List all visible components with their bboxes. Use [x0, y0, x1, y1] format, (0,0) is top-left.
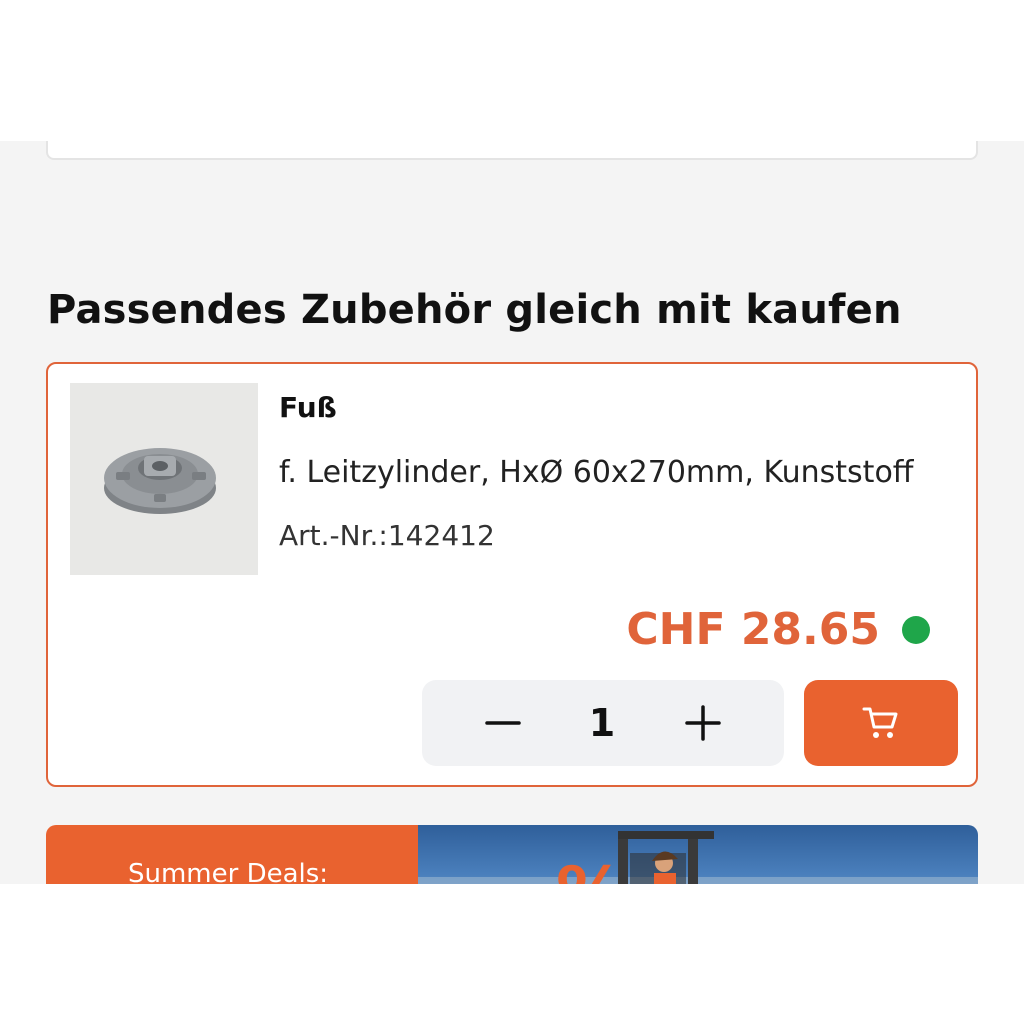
product-description: f. Leitzylinder, HxØ 60x270mm, Kunststof… — [279, 455, 914, 490]
increase-quantity-button[interactable] — [658, 680, 748, 766]
shopping-cart-icon — [862, 707, 898, 738]
add-to-cart-button[interactable] — [804, 680, 958, 766]
svg-text:%: % — [556, 852, 626, 884]
stock-status-dot — [902, 615, 930, 644]
product-image[interactable] — [70, 383, 258, 575]
plastic-foot-image — [104, 448, 216, 514]
banner-image: % — [418, 825, 978, 884]
accessory-product-card[interactable]: Fuß f. Leitzylinder, HxØ 60x270mm, Kunst… — [46, 362, 978, 787]
quantity-value[interactable]: 1 — [552, 680, 652, 766]
page-viewport: Passendes Zubehör gleich mit kaufen Fuß … — [0, 141, 1024, 884]
previous-card-bottom — [46, 141, 978, 160]
product-name[interactable]: Fuß — [279, 391, 337, 424]
banner-text-panel: Summer Deals: — [46, 825, 418, 884]
forklift-promo-image: % — [418, 831, 978, 884]
banner-label: Summer Deals: — [128, 859, 329, 884]
summer-deals-banner[interactable]: Summer Deals: % — [46, 825, 978, 884]
quantity-stepper: 1 — [422, 680, 784, 766]
article-number: Art.-Nr.:142412 — [279, 519, 495, 552]
plus-icon — [685, 705, 721, 741]
decrease-quantity-button[interactable] — [458, 680, 548, 766]
product-price: CHF 28.65 — [626, 604, 880, 655]
price-row: CHF 28.65 — [626, 604, 930, 655]
minus-icon — [485, 721, 521, 725]
section-title: Passendes Zubehör gleich mit kaufen — [47, 287, 902, 333]
